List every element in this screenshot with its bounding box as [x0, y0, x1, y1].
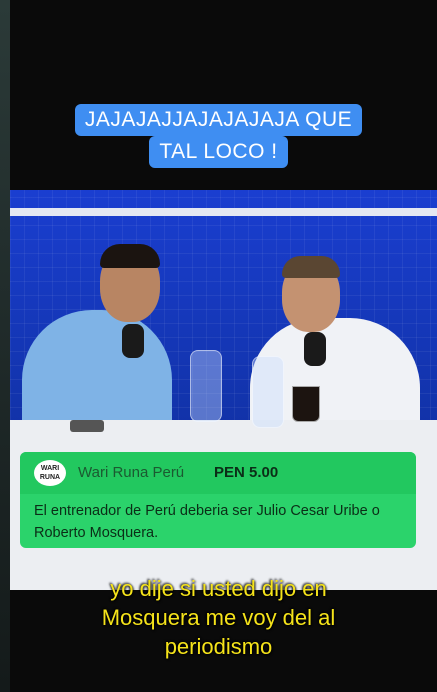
subtitle-line-3: periodismo: [164, 634, 273, 659]
donor-avatar: WARI RUNA: [34, 460, 66, 486]
subtitle: yo dije si usted dijo en Mosquera me voy…: [0, 574, 437, 661]
top-caption-line-2: TAL LOCO !: [149, 136, 288, 168]
backdrop-stripe: [10, 208, 437, 216]
donation-message: El entrenador de Perú deberia ser Julio …: [34, 503, 380, 541]
host-left-hair: [100, 244, 160, 268]
trophy-figurine: [252, 356, 284, 428]
subtitle-line-2: Mosquera me voy del al: [101, 605, 336, 630]
top-caption-line-1: JAJAJAJJAJAJAJAJA QUE: [74, 104, 363, 136]
donor-name: Wari Runa Perú: [78, 464, 185, 481]
microphone-icon: [304, 332, 326, 366]
superchat-card: WARI RUNA Wari Runa Perú PEN 5.00 El ent…: [20, 452, 416, 548]
subtitle-line-1: yo dije si usted dijo en: [110, 576, 327, 601]
trophy-figurine: [190, 350, 222, 422]
coffee-cup: [292, 386, 320, 422]
host-right-hair: [282, 256, 340, 278]
donation-amount: PEN 5.00: [214, 464, 279, 481]
top-caption: JAJAJAJJAJAJAJAJA QUE TAL LOCO !: [0, 104, 437, 168]
phone-on-table: [70, 420, 104, 432]
microphone-icon: [122, 324, 144, 358]
